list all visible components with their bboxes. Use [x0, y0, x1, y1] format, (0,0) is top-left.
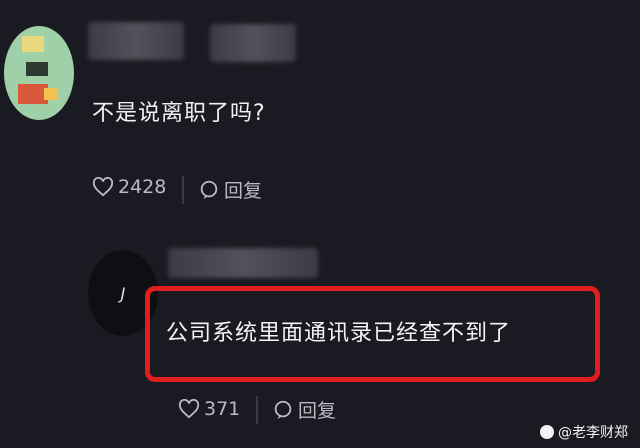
watermark-text: @老李财郑	[558, 425, 628, 441]
reply-comment-text: 公司系统里面通讯录已经查不到了	[166, 321, 512, 346]
like-count: 371	[204, 398, 241, 420]
reply-label: 回复	[298, 400, 337, 422]
reply-label: 回复	[224, 180, 263, 202]
main-comment-text: 不是说离职了吗?	[92, 101, 266, 126]
reply-like-button[interactable]: 371	[178, 398, 240, 420]
reply-bubble-icon	[272, 399, 294, 421]
main-reply-button[interactable]: 回复	[198, 176, 262, 203]
reply-bubble-icon	[198, 179, 220, 201]
heart-icon	[178, 399, 200, 419]
watermark-logo-icon	[540, 425, 554, 439]
main-like-button[interactable]: 2428	[92, 176, 166, 198]
watermark: @老李财郑	[540, 422, 628, 442]
meta-divider	[256, 396, 258, 424]
blurred-username	[88, 22, 184, 60]
blurred-reply-username	[168, 248, 318, 278]
avatar-pixel-block	[26, 62, 48, 76]
blurred-username-extra	[210, 24, 296, 62]
avatar-pixel-block	[22, 36, 44, 52]
reply-reply-button[interactable]: 回复	[272, 396, 336, 423]
avatar-initial: J	[120, 283, 126, 303]
meta-divider	[182, 176, 184, 204]
avatar-pixel-block	[44, 88, 58, 100]
commenter-avatar[interactable]	[4, 26, 74, 120]
heart-icon	[92, 177, 114, 197]
like-count: 2428	[118, 176, 167, 198]
